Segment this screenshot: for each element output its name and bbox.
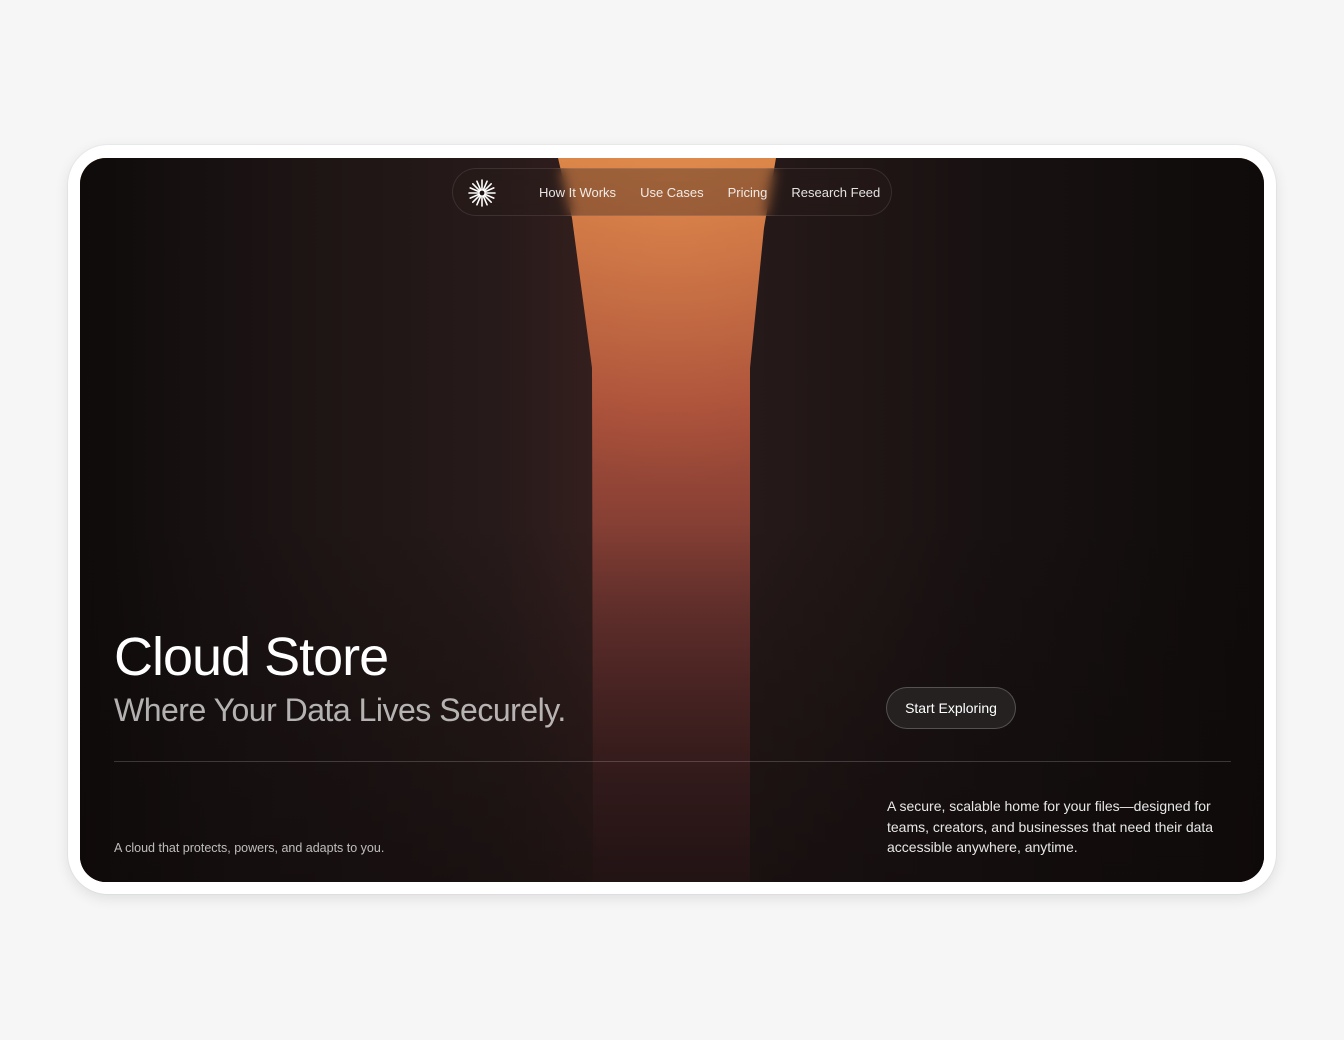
start-exploring-button[interactable]: Start Exploring (886, 687, 1016, 729)
nav-links: How It Works Use Cases Pricing Research … (539, 169, 880, 215)
hero-title: Cloud Store (114, 627, 389, 687)
asterisk-burst-icon[interactable] (467, 178, 497, 208)
nav-link-pricing[interactable]: Pricing (728, 185, 768, 200)
nav-link-how-it-works[interactable]: How It Works (539, 185, 616, 200)
top-nav: How It Works Use Cases Pricing Research … (452, 168, 892, 216)
hero-divider (114, 761, 1231, 762)
hero-subtitle: Where Your Data Lives Securely. (114, 692, 566, 728)
hero-tagline: A cloud that protects, powers, and adapt… (114, 841, 385, 855)
hero-description: A secure, scalable home for your files—d… (887, 798, 1214, 855)
hero-section: How It Works Use Cases Pricing Research … (80, 158, 1264, 882)
nav-link-research-feed[interactable]: Research Feed (791, 185, 880, 200)
nav-link-use-cases[interactable]: Use Cases (640, 185, 704, 200)
